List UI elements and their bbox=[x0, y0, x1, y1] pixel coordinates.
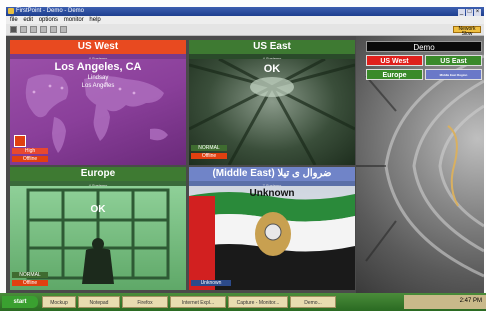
window-title: FirstPoint - Demo - Demo bbox=[16, 8, 85, 14]
region-button-middle-east[interactable]: Middle East Region bbox=[425, 69, 482, 80]
status-text: Unknown bbox=[249, 188, 295, 199]
taskbar: start Mockup Notepad Firefox Internet Ex… bbox=[0, 293, 486, 311]
network-status-button[interactable]: Nework Slow bbox=[453, 26, 481, 37]
taskbar-item[interactable]: Demo... bbox=[290, 296, 336, 308]
region-tile-middle-east[interactable]: (Middle East) ضروال ى تيلا 7 Systems Unk… bbox=[189, 167, 355, 290]
alert-icon bbox=[14, 135, 26, 147]
status-bottom: Offline bbox=[12, 280, 48, 286]
world-map-scene: Los Angeles, CA Lindsay Los Angeles High… bbox=[10, 59, 186, 165]
maximize-icon[interactable]: □ bbox=[466, 9, 473, 16]
taskbar-item[interactable]: Firefox bbox=[122, 296, 168, 308]
emblem-icon bbox=[255, 212, 291, 256]
location-line-1: Lindsay bbox=[87, 75, 109, 81]
status-text: OK bbox=[90, 204, 106, 215]
location-line-2: Los Angeles bbox=[81, 83, 115, 89]
app-icon bbox=[8, 8, 14, 14]
status-top: Unknown bbox=[191, 280, 231, 286]
status-text: OK bbox=[263, 63, 281, 75]
region-button-europe[interactable]: Europe bbox=[366, 69, 423, 80]
status-bottom: Offline bbox=[191, 153, 227, 159]
tool-icon-5[interactable] bbox=[50, 26, 57, 33]
system-tray: 2:47 PM bbox=[404, 295, 486, 309]
menu-monitor[interactable]: monitor bbox=[64, 17, 84, 23]
status-bottom: Offline bbox=[12, 156, 48, 162]
status-top: NORMAL bbox=[12, 272, 48, 278]
window-scene: OK NORMAL Offline bbox=[10, 186, 186, 290]
location-label: Los Angeles, CA bbox=[54, 61, 142, 73]
region-button-us-east[interactable]: US East bbox=[425, 55, 482, 66]
tile-header: Europe bbox=[10, 167, 186, 181]
minimize-icon[interactable]: _ bbox=[458, 9, 465, 16]
toolbar: Nework Slow bbox=[6, 24, 484, 37]
region-button-us-west[interactable]: US West bbox=[366, 55, 423, 66]
status-top: High bbox=[12, 148, 48, 154]
dome-scene: OK NORMAL Offline bbox=[189, 57, 355, 165]
flag-scene: Unknown Unknown bbox=[189, 186, 355, 290]
region-tile-us-east[interactable]: US East 4 Systems OK NORMAL Offline bbox=[189, 40, 355, 165]
screen: FirstPoint - Demo - Demo _ □ × file edit o… bbox=[0, 0, 486, 311]
region-tile-us-west[interactable]: US West 4 Systems Los Ange bbox=[10, 40, 186, 165]
taskbar-item[interactable]: Notepad bbox=[78, 296, 120, 308]
start-button[interactable]: start bbox=[2, 296, 38, 308]
menu-edit[interactable]: edit bbox=[23, 17, 33, 23]
menu-help[interactable]: help bbox=[89, 17, 100, 23]
tool-icon-3[interactable] bbox=[30, 26, 37, 33]
tool-icon-6[interactable] bbox=[60, 26, 67, 33]
flag-graphic bbox=[189, 192, 355, 290]
tile-header: US West bbox=[10, 40, 186, 54]
clock: 2:47 PM bbox=[459, 298, 482, 304]
tool-icon-2[interactable] bbox=[20, 26, 27, 33]
close-icon[interactable]: × bbox=[474, 9, 481, 16]
menu-bar: file edit options monitor help bbox=[6, 16, 484, 24]
window-titlebar[interactable]: FirstPoint - Demo - Demo _ □ × bbox=[6, 7, 484, 16]
tool-icon-1[interactable] bbox=[10, 26, 17, 33]
status-top: NORMAL bbox=[191, 145, 227, 151]
region-tile-europe[interactable]: Europe 4 Systems bbox=[10, 167, 186, 290]
menu-options[interactable]: options bbox=[39, 17, 58, 23]
tool-icon-4[interactable] bbox=[40, 26, 47, 33]
monitor-workspace: Demo US West US East Europe Middle East … bbox=[6, 36, 484, 293]
tile-header: US East bbox=[189, 40, 355, 54]
menu-file[interactable]: file bbox=[10, 17, 18, 23]
demo-button[interactable]: Demo bbox=[366, 41, 482, 52]
taskbar-item[interactable]: Internet Expl... bbox=[170, 296, 226, 308]
taskbar-item[interactable]: Mockup bbox=[42, 296, 76, 308]
taskbar-item[interactable]: Capture - Monitor... bbox=[228, 296, 288, 308]
tile-header: (Middle East) ضروال ى تيلا bbox=[189, 167, 355, 181]
